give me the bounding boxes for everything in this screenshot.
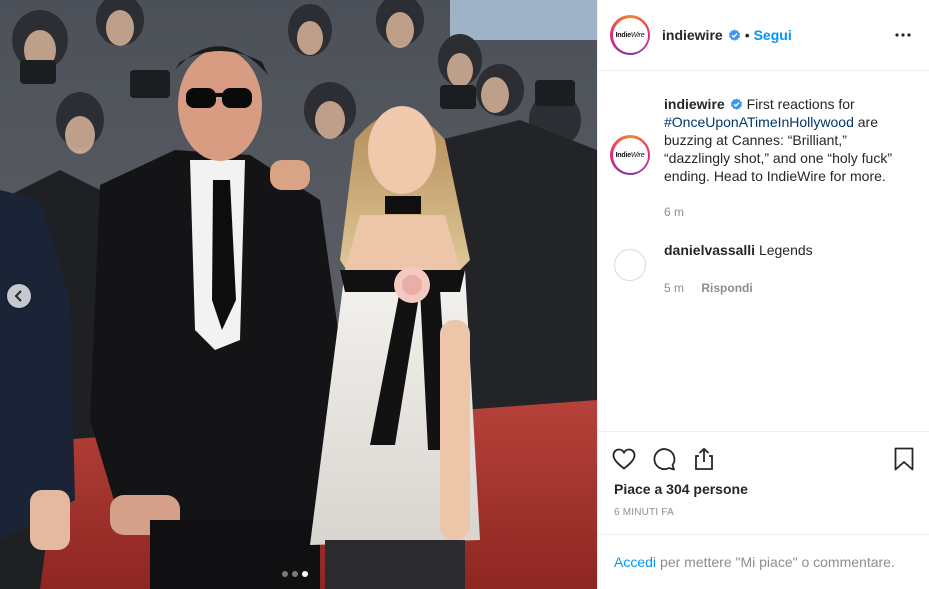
carousel-dot-active	[302, 571, 308, 577]
action-bar	[598, 431, 929, 485]
carousel-dot	[292, 571, 298, 577]
comment-username[interactable]: danielvassalli	[664, 242, 755, 258]
carousel-indicator	[282, 571, 308, 577]
comment-body: danielvassalli Legends 5 m Rispondi	[664, 241, 896, 297]
avatar[interactable]: IndieWire	[610, 15, 650, 55]
heart-icon	[612, 448, 636, 470]
bookmark-icon	[894, 447, 914, 470]
header-separator: •	[744, 27, 750, 43]
reply-button[interactable]: Rispondi	[701, 281, 752, 295]
caption-meta: 6 m	[664, 203, 896, 221]
header-username[interactable]: indiewire	[662, 27, 723, 43]
caption-username[interactable]: indiewire	[664, 96, 725, 112]
follow-button[interactable]: Segui	[754, 27, 792, 43]
comment-time: 5 m	[664, 281, 685, 295]
more-options-icon	[895, 33, 911, 37]
comment-item: danielvassalli Legends 5 m Rispondi	[610, 241, 913, 297]
carousel-prev-button[interactable]	[7, 284, 31, 308]
likes-count[interactable]: Piace a 304 persone	[598, 481, 929, 497]
like-button[interactable]	[611, 446, 637, 472]
caption-text-before: First reactions for	[742, 96, 855, 112]
avatar-image: IndieWire	[612, 17, 648, 53]
comment-meta: 5 m Rispondi	[664, 279, 896, 297]
verified-badge-icon	[730, 98, 742, 110]
comments-section[interactable]: IndieWire indiewire First reactions for …	[598, 71, 929, 431]
post-photo	[0, 0, 597, 589]
post-side-panel: IndieWire indiewire • Segui IndieWire in…	[597, 0, 929, 589]
more-options-button[interactable]	[891, 23, 915, 47]
comment-icon	[653, 447, 676, 470]
chevron-left-icon	[14, 290, 22, 302]
comment-button[interactable]	[651, 446, 677, 472]
commenter-avatar[interactable]	[614, 249, 646, 281]
post-header: IndieWire indiewire • Segui	[598, 0, 929, 71]
verified-badge-icon	[728, 28, 740, 41]
hashtag-link[interactable]: #OnceUponATimeInHollywood	[664, 114, 854, 130]
post-media[interactable]	[0, 0, 597, 589]
post-timestamp: 6 minuti fa	[614, 507, 674, 518]
comment-text: Legends	[755, 242, 813, 258]
avatar-image: IndieWire	[612, 137, 648, 173]
save-button[interactable]	[891, 446, 917, 472]
login-link[interactable]: Accedi	[614, 554, 656, 570]
caption-time: 6 m	[664, 205, 685, 219]
indiewire-logo: IndieWire	[615, 31, 645, 39]
caption-body: indiewire First reactions for #OnceUponA…	[664, 95, 896, 221]
login-prompt-text: per mettere "Mi piace" o commentare.	[660, 554, 895, 570]
share-icon	[695, 447, 713, 470]
share-button[interactable]	[691, 446, 717, 472]
carousel-dot	[282, 571, 288, 577]
caption: IndieWire indiewire First reactions for …	[610, 95, 913, 221]
login-prompt: Accedi per mettere "Mi piace" o commenta…	[598, 534, 929, 589]
indiewire-logo: IndieWire	[615, 151, 645, 159]
instagram-post: IndieWire indiewire • Segui IndieWire in…	[0, 0, 929, 589]
caption-avatar[interactable]: IndieWire	[610, 135, 650, 175]
